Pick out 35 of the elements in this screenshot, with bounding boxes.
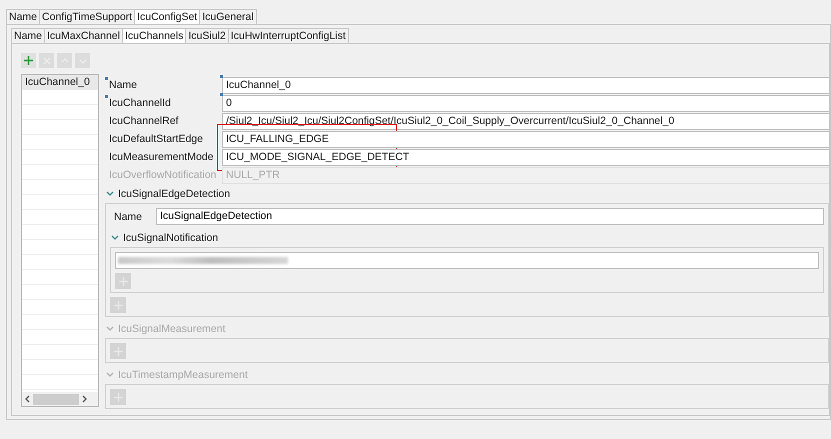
field-label: IcuDefaultStartEdge <box>109 133 203 145</box>
field-label: IcuMeasurementMode <box>109 151 214 163</box>
chevron-icon[interactable] <box>111 234 119 242</box>
text-field[interactable]: 0 <box>222 94 829 112</box>
add-button[interactable] <box>21 53 36 68</box>
tab[interactable]: IcuConfigSet <box>135 9 200 24</box>
tab[interactable]: IcuMaxChannel <box>45 28 123 43</box>
text-field[interactable]: IcuChannel_0 <box>222 76 829 94</box>
text-field[interactable]: ICU_MODE_SIGNAL_EDGE_DETECT <box>222 148 829 166</box>
field-label: IcuChannelRef <box>109 115 178 127</box>
scrollbar[interactable] <box>22 392 98 406</box>
tab[interactable]: IcuChannels <box>122 28 186 43</box>
section-title: IcuSignalEdgeDetection <box>118 188 230 200</box>
tab[interactable]: Name <box>11 28 46 43</box>
section-title: IcuSignalNotification <box>123 232 218 244</box>
chevron-right-icon <box>81 395 88 403</box>
section-title: IcuSignalMeasurement <box>118 322 226 334</box>
tab[interactable]: IcuSiul2 <box>186 28 229 43</box>
field-label: IcuChannelId <box>109 97 171 109</box>
tab[interactable]: Name <box>6 9 40 24</box>
tab[interactable]: IcuGeneral <box>200 9 257 24</box>
plus-icon <box>24 56 33 65</box>
chevron-left-icon <box>24 395 31 403</box>
list-item[interactable]: IcuChannel_0 <box>22 75 98 90</box>
field-label: Name <box>113 210 144 222</box>
chevron-icon[interactable] <box>106 190 114 198</box>
blurred-value-field[interactable] <box>115 252 819 269</box>
field-label: Name <box>109 79 138 91</box>
name-field[interactable]: IcuSignalEdgeDetection <box>156 208 824 225</box>
field-label: IcuOverflowNotification <box>109 169 216 181</box>
tab[interactable]: ConfigTimeSupport <box>40 9 136 24</box>
text-field[interactable]: ICU_FALLING_EDGE <box>222 130 829 148</box>
text-field[interactable]: /Siul2_Icu/Siul2_Icu/Siul2ConfigSet/IcuSiul2_0_Coil_Supply_Overcurrent/IcuSiul2_0_Channel_0 <box>222 112 829 130</box>
section-title: IcuTimestampMeasurement <box>118 368 248 380</box>
tab[interactable]: IcuHwInterruptConfigList <box>228 28 349 43</box>
